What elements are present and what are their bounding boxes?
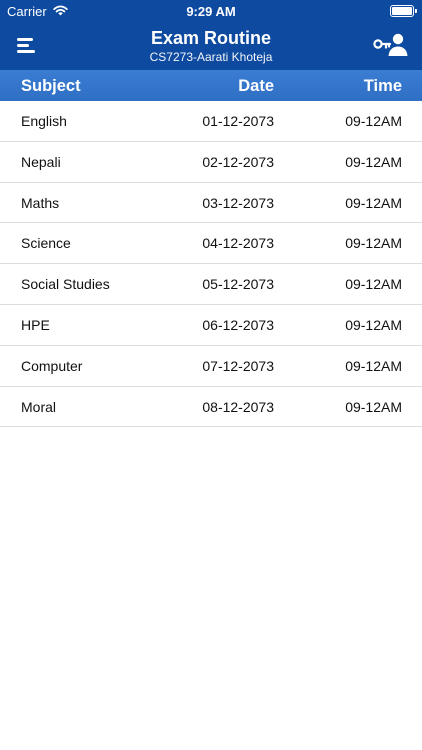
page-subtitle: CS7273-Aarati Khoteja (149, 50, 273, 64)
header-subject: Subject (21, 77, 81, 95)
subject-cell: Science (21, 235, 71, 252)
table-row[interactable]: Social Studies 05-12-2073 09-12AM (0, 264, 422, 305)
date-cell: 08-12-2073 (202, 398, 274, 415)
user-key-icon[interactable] (372, 31, 408, 59)
time-cell: 09-12AM (345, 194, 402, 211)
top-bar: Carrier 9:29 AM Exam Routine CS7273-Aara… (0, 0, 422, 70)
date-cell: 07-12-2073 (202, 357, 274, 374)
status-time: 9:29 AM (186, 4, 236, 19)
time-cell: 09-12AM (345, 153, 402, 170)
table-row[interactable]: Maths 03-12-2073 09-12AM (0, 183, 422, 224)
battery-icon (390, 5, 417, 17)
subject-cell: Moral (21, 398, 57, 415)
time-cell: 09-12AM (345, 276, 402, 293)
navigation-bar: Exam Routine CS7273-Aarati Khoteja (0, 22, 422, 70)
table-row[interactable]: English 01-12-2073 09-12AM (0, 101, 422, 142)
status-bar: Carrier 9:29 AM (0, 0, 422, 22)
subject-cell: Social Studies (21, 276, 110, 293)
subject-cell: HPE (21, 316, 50, 333)
page-title: Exam Routine (150, 28, 272, 48)
table-row[interactable]: Science 04-12-2073 09-12AM (0, 223, 422, 265)
time-cell: 09-12AM (345, 316, 402, 333)
time-cell: 09-12AM (345, 235, 402, 252)
date-cell: 01-12-2073 (202, 113, 274, 129)
time-cell: 09-12AM (345, 357, 402, 374)
time-cell: 09-12AM (345, 398, 402, 415)
date-cell: 06-12-2073 (202, 316, 274, 333)
exam-routine-list: English 01-12-2073 09-12AM Nepali 02-12-… (0, 101, 422, 428)
header-date: Date (238, 77, 274, 95)
subject-cell: Nepali (21, 153, 61, 170)
subject-cell: English (21, 113, 67, 129)
table-row[interactable]: Moral 08-12-2073 09-12AM (0, 387, 422, 428)
date-cell: 03-12-2073 (202, 194, 274, 211)
nav-titles: Exam Routine CS7273-Aarati Khoteja (60, 27, 362, 65)
date-cell: 04-12-2073 (202, 235, 274, 252)
table-row[interactable]: Computer 07-12-2073 09-12AM (0, 346, 422, 387)
table-header: Subject Date Time (0, 70, 422, 101)
table-row[interactable]: Nepali 02-12-2073 09-12AM (0, 142, 422, 183)
hamburger-icon[interactable] (14, 34, 40, 56)
date-cell: 02-12-2073 (202, 153, 274, 170)
subject-cell: Computer (21, 357, 83, 374)
time-cell: 09-12AM (345, 113, 402, 129)
table-row[interactable]: HPE 06-12-2073 09-12AM (0, 305, 422, 346)
date-cell: 05-12-2073 (202, 276, 274, 293)
subject-cell: Maths (21, 194, 60, 211)
header-time: Time (363, 77, 402, 95)
